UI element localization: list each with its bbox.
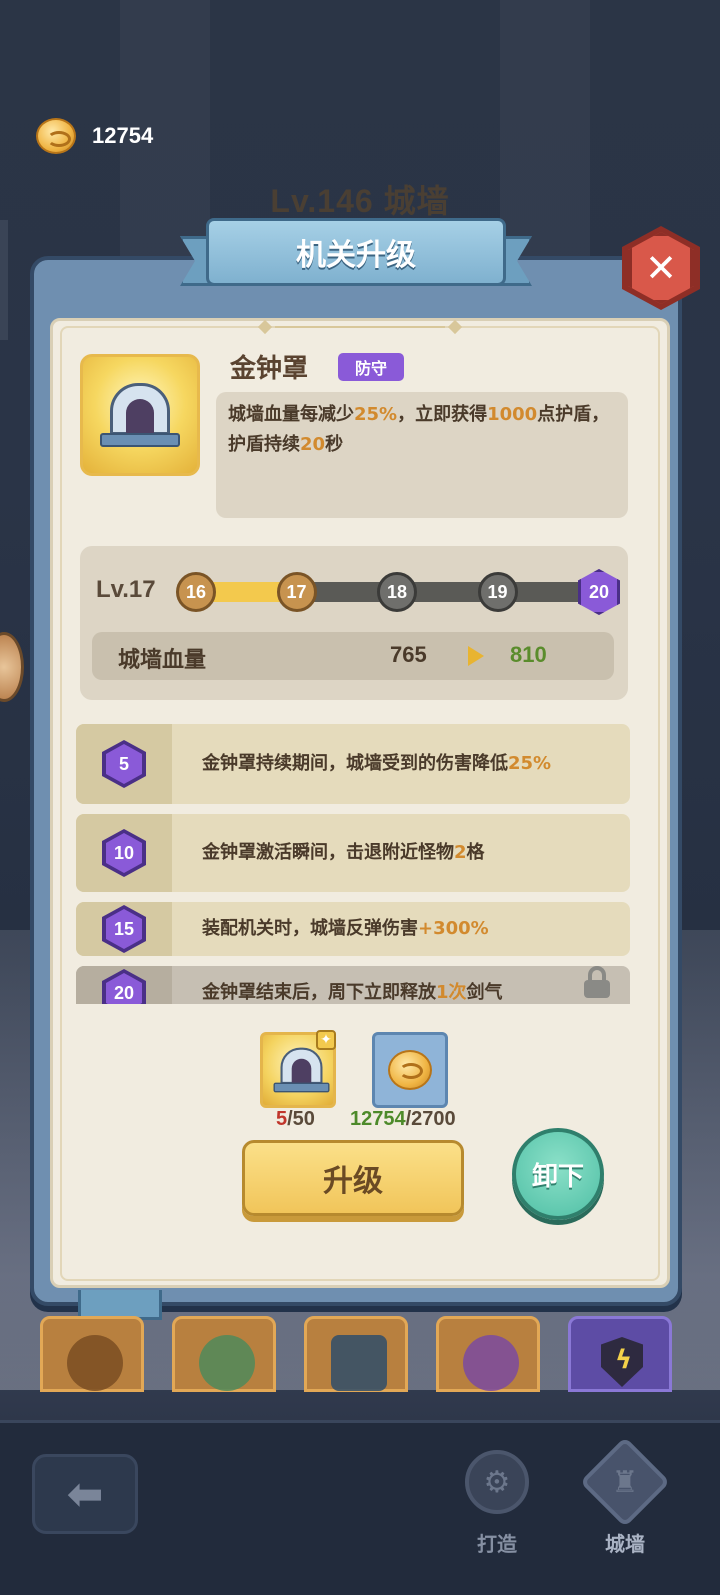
castle-icon: ♜ [579, 1436, 671, 1528]
puzzle-icon: ✦ [316, 1030, 336, 1050]
item-type-badge: 防守 [338, 353, 404, 381]
stat-current-value: 765 [390, 642, 427, 667]
stat-label: 城墙血量 [118, 648, 207, 673]
level-node-16: 16 [176, 572, 216, 612]
perk-level: 20 [106, 973, 142, 1004]
mechanism-slot-crossbow[interactable] [40, 1316, 144, 1392]
level-label: Lv.17 [96, 576, 156, 603]
perk-description: 金钟罩结束后，周下立即释放1次剑气 [202, 982, 503, 1003]
item-description: 城墙血量每减少25%，立即获得1000点护盾，护盾持续20秒 [216, 392, 628, 518]
level-node-19: 19 [477, 572, 518, 612]
item-name: 金钟罩 [230, 354, 309, 384]
nav-wall[interactable]: ♜ 城墙 [579, 1436, 671, 1570]
dialog-title-ribbon: 机关升级 [206, 218, 506, 286]
perk-description: 金钟罩持续期间，城墙受到的伤害降低25% [202, 753, 552, 774]
nav-wall-label: 城墙 [605, 1532, 645, 1556]
perk-level-badge: 10 [76, 814, 172, 892]
dialog-title: 机关升级 [296, 238, 416, 273]
nav-forge-label: 打造 [477, 1532, 517, 1556]
perk-item: 20 金钟罩结束后，周下立即释放1次剑气 [76, 966, 630, 1004]
coin-icon [36, 118, 76, 154]
cost-coin-amount: 12754/2700 [350, 1108, 456, 1130]
currency-display: 12754 [36, 118, 153, 154]
cost-material-coin[interactable] [372, 1032, 448, 1108]
mechanism-slot-shield[interactable]: ϟ [568, 1316, 672, 1392]
golden-gate-icon [80, 354, 200, 476]
close-icon: ✕ [645, 246, 677, 290]
currency-value: 12754 [92, 123, 154, 148]
perk-level-badge: 15 [76, 902, 172, 956]
mechanism-slot-leaf[interactable] [172, 1316, 276, 1392]
perk-item: 5 金钟罩持续期间，城墙受到的伤害降低25% [76, 724, 630, 804]
perk-item: 15 装配机关时，城墙反弹伤害+300% [76, 902, 630, 956]
leaf-shield-icon [199, 1335, 255, 1391]
crossbow-icon [67, 1335, 123, 1391]
arrow-right-icon [468, 646, 484, 666]
level-node-18: 18 [377, 572, 417, 612]
gear-icon: ⚙ [465, 1450, 529, 1514]
perk-description: 金钟罩激活瞬间，击退附近怪物2格 [202, 842, 485, 863]
upgrade-button[interactable]: 升级 [242, 1140, 464, 1216]
stat-next-value: 810 [510, 642, 547, 667]
cost-gate-amount: 5/50 [276, 1108, 315, 1130]
golden-gate-icon [273, 1047, 330, 1093]
lightning-icon: ϟ [615, 1345, 633, 1375]
wall-level-title: Lv.146 城墙 [270, 183, 450, 219]
nav-forge[interactable]: ⚙ 打造 [452, 1450, 542, 1570]
coin-icon [388, 1050, 432, 1090]
perk-level: 10 [106, 833, 142, 873]
back-button[interactable]: ⬅ [32, 1454, 138, 1534]
perk-level-badge: 5 [76, 724, 172, 804]
perk-item: 10 金钟罩激活瞬间，击退附近怪物2格 [76, 814, 630, 892]
perk-level-badge: 20 [76, 966, 172, 1004]
level-node-17: 17 [276, 572, 317, 612]
perk-level: 15 [106, 909, 142, 949]
perk-level: 5 [106, 744, 142, 784]
perk-description: 装配机关时，城墙反弹伤害+300% [202, 918, 489, 939]
crystal-icon [463, 1335, 519, 1391]
ornament [257, 319, 463, 335]
back-arrow-icon: ⬅ [66, 1468, 104, 1520]
unload-button[interactable]: 卸下 [512, 1128, 604, 1220]
side-strip [0, 220, 8, 340]
cannon-icon [331, 1335, 387, 1391]
mechanism-slot-crystal[interactable] [436, 1316, 540, 1392]
mechanism-slot-cannon[interactable] [304, 1316, 408, 1392]
perk-list[interactable]: 5 金钟罩持续期间，城墙受到的伤害降低25% 10 金钟罩激活瞬间，击退附近怪物2格 1… [76, 724, 630, 1004]
lock-icon [582, 966, 612, 1000]
